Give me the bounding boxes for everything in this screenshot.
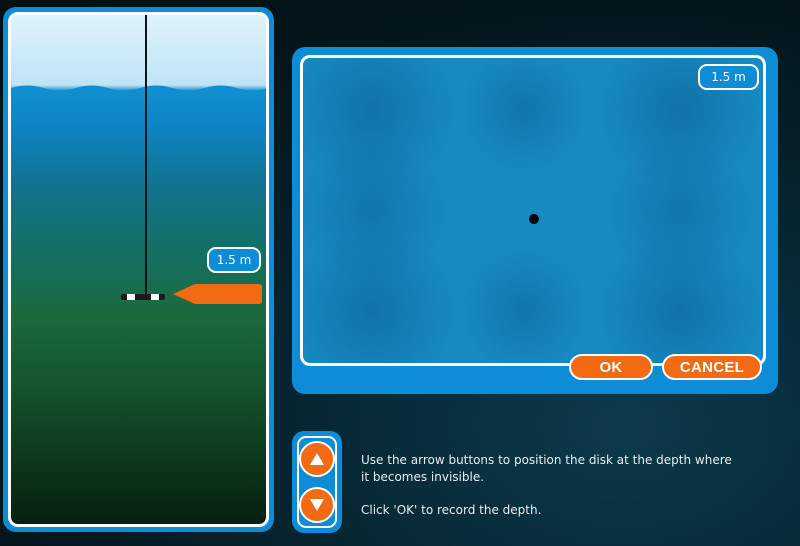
move-up-button[interactable] (299, 441, 335, 477)
triangle-down-icon (310, 499, 324, 511)
secchi-disk (121, 294, 165, 300)
instructions-text: Use the arrow buttons to position the di… (361, 452, 741, 519)
disk-view-dot (529, 214, 539, 224)
cancel-button[interactable]: CANCEL (662, 354, 762, 380)
ok-button[interactable]: OK (569, 354, 653, 380)
triangle-up-icon (310, 453, 324, 465)
water-surface-wave (11, 85, 266, 95)
move-down-button[interactable] (299, 487, 335, 523)
disk-depth-readout: 1.5 m (207, 247, 261, 273)
underwater-view (300, 55, 766, 366)
disk-white-segment (127, 294, 135, 300)
disk-view-panel (292, 47, 778, 394)
depth-pointer-arrow (173, 284, 262, 304)
instruction-record: Click 'OK' to record the depth. (361, 503, 542, 517)
secchi-rope (145, 15, 147, 294)
instruction-position: Use the arrow buttons to position the di… (361, 453, 732, 484)
disk-white-segment (151, 294, 159, 300)
view-depth-readout: 1.5 m (698, 64, 759, 90)
